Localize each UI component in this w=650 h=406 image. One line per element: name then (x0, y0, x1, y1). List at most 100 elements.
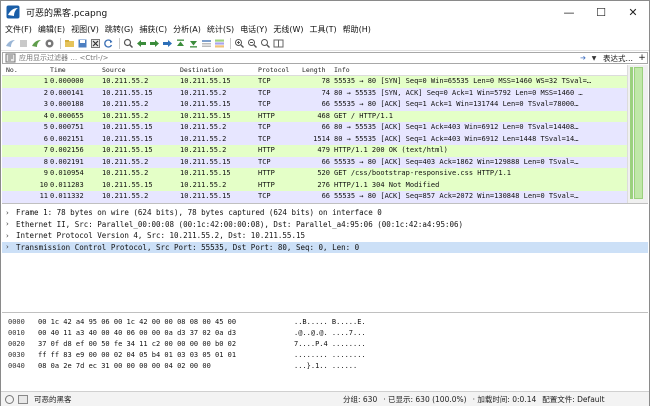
menu-statistics[interactable]: 统计(S) (207, 24, 234, 35)
menu-tools[interactable]: 工具(T) (309, 24, 336, 35)
packet-row[interactable]: 10 0.011283 10.211.55.15 10.211.55.2 HTTP 276… (2, 179, 627, 191)
filter-history-dropdown-icon[interactable]: ▼ (589, 53, 599, 63)
hex-bytes[interactable]: 37 0f d8 ef 00 50 fe 34 11 c2 00 00 00 0… (38, 340, 236, 348)
column-header-protocol[interactable]: Protocol (258, 66, 289, 74)
column-header-destination[interactable]: Destination (180, 66, 223, 74)
packet-list-rows: 1 0.000000 10.211.55.2 10.211.55.15 TCP 78 555… (2, 76, 627, 203)
last-packet-icon[interactable] (188, 38, 199, 49)
expression-button[interactable]: 表达式… (599, 53, 637, 64)
detail-tree-item[interactable]: › Internet Protocol Version 4, Src: 10.21… (2, 230, 648, 242)
column-header-time[interactable]: Time (50, 66, 66, 74)
find-packet-icon[interactable] (123, 38, 134, 49)
column-header-no[interactable]: No. (6, 66, 18, 74)
expand-arrow-icon[interactable]: › (6, 243, 16, 251)
packet-length: 78 (321, 77, 330, 85)
column-header-length[interactable]: Length (302, 66, 325, 74)
menu-view[interactable]: 视图(V) (71, 24, 99, 35)
close-file-icon[interactable] (90, 38, 101, 49)
hex-offset[interactable]: 0000 (8, 318, 25, 326)
packet-row[interactable]: 5 0.000751 10.211.55.15 10.211.55.2 TCP 66 80 … (2, 122, 627, 134)
hex-offset[interactable]: 0020 (8, 340, 25, 348)
expand-arrow-icon[interactable]: › (6, 209, 16, 217)
menu-wireless[interactable]: 无线(W) (273, 24, 303, 35)
apply-filter-icon[interactable]: ➔ (577, 53, 589, 63)
close-button[interactable]: ✕ (617, 1, 649, 23)
minimize-button[interactable]: — (553, 1, 585, 23)
column-header-source[interactable]: Source (102, 66, 125, 74)
packet-source: 10.211.55.2 (102, 169, 149, 177)
hex-bytes[interactable]: 08 0a 2e 7d ec 31 00 00 00 00 04 02 00 0… (38, 362, 211, 370)
packet-time: 0.010954 (50, 169, 84, 177)
status-profile[interactable]: 配置文件: Default (542, 394, 604, 405)
hex-offset[interactable]: 0040 (8, 362, 25, 370)
add-filter-button[interactable]: + (637, 53, 647, 63)
save-file-icon[interactable] (77, 38, 88, 49)
packet-row[interactable]: 9 0.010954 10.211.55.2 10.211.55.15 HTTP 520 G… (2, 168, 627, 180)
resize-columns-icon[interactable] (273, 38, 284, 49)
restart-capture-icon[interactable] (31, 38, 42, 49)
packet-source: 10.211.55.2 (102, 77, 149, 85)
packet-row[interactable]: 3 0.000188 10.211.55.2 10.211.55.15 TCP 66 555… (2, 99, 627, 111)
open-file-icon[interactable] (64, 38, 75, 49)
menu-capture[interactable]: 捕获(C) (139, 24, 167, 35)
detail-tree-item[interactable]: › Transmission Control Protocol, Src Port… (2, 241, 648, 253)
hex-ascii[interactable]: .@..@.@. ....7... (294, 329, 366, 337)
menu-go[interactable]: 跳转(G) (105, 24, 133, 35)
auto-scroll-icon[interactable] (201, 38, 212, 49)
packet-row[interactable]: 2 0.000141 10.211.55.15 10.211.55.2 TCP 74 80 … (2, 87, 627, 99)
packet-length: 66 (321, 123, 330, 131)
hex-ascii[interactable]: ........ ........ (294, 351, 366, 359)
normal-size-icon[interactable] (260, 38, 271, 49)
packet-row[interactable]: 7 0.002156 10.211.55.15 10.211.55.2 HTTP 479 H… (2, 145, 627, 157)
hex-ascii[interactable]: ...}.1.. ...... (294, 362, 357, 370)
zoom-out-icon[interactable] (247, 38, 258, 49)
packet-row[interactable]: 4 0.000655 10.211.55.2 10.211.55.15 HTTP 468 G… (2, 110, 627, 122)
packet-destination: 10.211.55.15 (180, 77, 231, 85)
packet-destination: 10.211.55.15 (180, 111, 231, 120)
packet-row[interactable]: 6 0.002151 10.211.55.15 10.211.55.2 TCP 1514 8… (2, 133, 627, 145)
expand-arrow-icon[interactable]: › (6, 220, 16, 228)
capture-options-icon[interactable] (44, 38, 55, 49)
detail-text: Ethernet II, Src: Parallel_00:00:08 (00:… (16, 219, 464, 229)
stop-capture-icon[interactable] (18, 38, 29, 49)
packet-row[interactable]: 8 0.002191 10.211.55.2 10.211.55.15 TCP 66 555… (2, 156, 627, 168)
go-forward-icon[interactable] (149, 38, 160, 49)
hex-offset[interactable]: 0010 (8, 329, 25, 337)
packet-destination: 10.211.55.2 (180, 146, 227, 154)
detail-tree-item[interactable]: › Ethernet II, Src: Parallel_00:00:08 (00… (2, 219, 648, 231)
toolbar-separator (60, 37, 61, 49)
hex-bytes[interactable]: ff ff 83 e9 00 00 02 04 05 b4 01 03 03 0… (38, 351, 236, 359)
bookmark-icon[interactable] (5, 53, 16, 63)
maximize-button[interactable]: ☐ (585, 1, 617, 23)
packet-destination: 10.211.55.2 (180, 123, 227, 131)
hex-bytes[interactable]: 00 1c 42 a4 95 06 00 1c 42 00 00 08 08 0… (38, 318, 236, 326)
go-to-packet-icon[interactable] (162, 38, 173, 49)
menu-telephony[interactable]: 电话(Y) (240, 24, 267, 35)
hex-bytes[interactable]: 00 40 11 a3 40 00 40 06 00 00 0a d3 37 0… (38, 329, 236, 337)
go-back-icon[interactable] (136, 38, 147, 49)
packet-details-pane: › Frame 1: 78 bytes on wire (624 bits), 7… (2, 207, 648, 313)
menu-help[interactable]: 帮助(H) (343, 24, 371, 35)
hex-ascii[interactable]: ..B..... B.....E. (294, 318, 366, 326)
packet-row[interactable]: 1 0.000000 10.211.55.2 10.211.55.15 TCP 78 555… (2, 76, 627, 88)
zoom-in-icon[interactable] (234, 38, 245, 49)
menu-file[interactable]: 文件(F) (5, 24, 32, 35)
colorize-icon[interactable] (214, 38, 225, 49)
capture-comment-icon[interactable] (18, 394, 28, 404)
packet-list-scrollbar[interactable] (627, 65, 648, 203)
detail-tree-item[interactable]: › Frame 1: 78 bytes on wire (624 bits), 7… (2, 207, 648, 219)
scrollbar-thumb[interactable] (634, 67, 643, 199)
display-filter-input[interactable] (16, 53, 577, 63)
reload-file-icon[interactable] (103, 38, 114, 49)
menu-analyze[interactable]: 分析(A) (173, 24, 201, 35)
packet-row[interactable]: 11 0.011332 10.211.55.2 10.211.55.15 TCP 66 55… (2, 191, 627, 203)
menu-edit[interactable]: 编辑(E) (38, 24, 65, 35)
column-header-info[interactable]: Info (334, 66, 350, 74)
hex-offset[interactable]: 0030 (8, 351, 25, 359)
expand-arrow-icon[interactable]: › (6, 232, 16, 240)
expert-info-icon[interactable] (5, 394, 14, 404)
start-capture-icon[interactable] (5, 38, 16, 49)
packet-number: 11 (39, 192, 48, 200)
first-packet-icon[interactable] (175, 38, 186, 49)
hex-ascii[interactable]: 7....P.4 ........ (294, 340, 366, 348)
